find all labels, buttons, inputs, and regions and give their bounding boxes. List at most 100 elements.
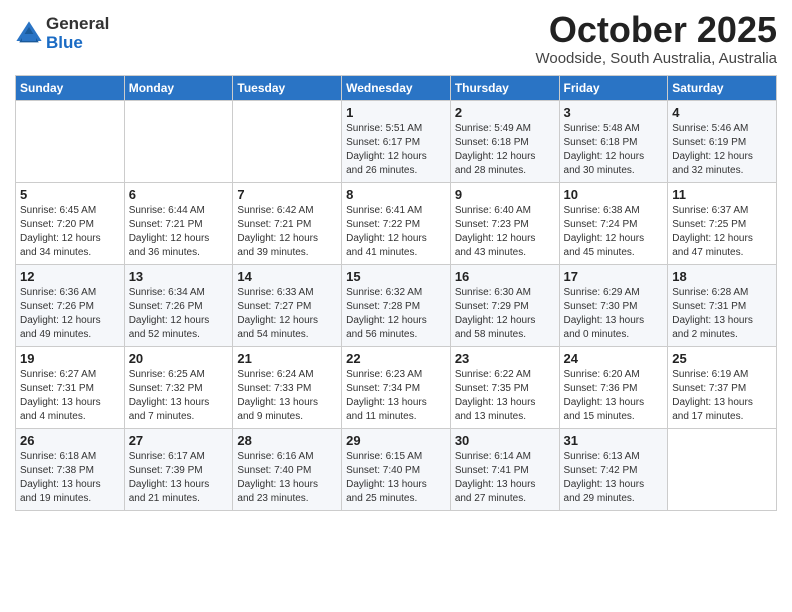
calendar-cell: 12 Sunrise: 6:36 AM Sunset: 7:26 PM Dayli… — [16, 264, 125, 346]
day-number: 14 — [237, 269, 337, 284]
calendar-cell — [668, 428, 777, 510]
calendar-cell: 4 Sunrise: 5:46 AM Sunset: 6:19 PM Daylig… — [668, 100, 777, 182]
day-number: 21 — [237, 351, 337, 366]
calendar-table: Sunday Monday Tuesday Wednesday Thursday… — [15, 75, 777, 511]
cell-content: Sunrise: 6:18 AM Sunset: 7:38 PM Dayligh… — [20, 450, 120, 506]
logo-blue-label: Blue — [46, 34, 109, 53]
calendar-cell: 11 Sunrise: 6:37 AM Sunset: 7:25 PM Dayli… — [668, 182, 777, 264]
day-number: 10 — [564, 187, 664, 202]
cell-content: Sunrise: 6:32 AM Sunset: 7:28 PM Dayligh… — [346, 286, 446, 342]
calendar-cell: 13Sunrise: 6:34 AM Sunset: 7:26 PM Dayli… — [124, 264, 233, 346]
cell-content: Sunrise: 6:19 AM Sunset: 7:37 PM Dayligh… — [672, 368, 772, 424]
page: General Blue October 2025 Woodside, Sout… — [0, 0, 792, 612]
day-number: 6 — [129, 187, 229, 202]
calendar-cell: 14 Sunrise: 6:33 AM Sunset: 7:27 PM Dayli… — [233, 264, 342, 346]
cell-content: Sunrise: 6:37 AM Sunset: 7:25 PM Dayligh… — [672, 204, 772, 260]
day-number: 9 — [455, 187, 555, 202]
day-number: 25 — [672, 351, 772, 366]
day-number: 18 — [672, 269, 772, 284]
cell-content: Sunrise: 6:28 AM Sunset: 7:31 PM Dayligh… — [672, 286, 772, 342]
day-number: 13 — [129, 269, 229, 284]
calendar-cell: 30Sunrise: 6:14 AM Sunset: 7:41 PM Dayli… — [450, 428, 559, 510]
calendar-cell: 27 Sunrise: 6:17 AM Sunset: 7:39 PM Dayli… — [124, 428, 233, 510]
cell-content: Sunrise: 6:20 AM Sunset: 7:36 PM Dayligh… — [564, 368, 664, 424]
logo-general-label: General — [46, 15, 109, 34]
calendar-cell: 3 Sunrise: 5:48 AM Sunset: 6:18 PM Daylig… — [559, 100, 668, 182]
calendar-week-5: 26 Sunrise: 6:18 AM Sunset: 7:38 PM Dayli… — [16, 428, 777, 510]
calendar-week-1: 1 Sunrise: 5:51 AM Sunset: 6:17 PM Daylig… — [16, 100, 777, 182]
day-number: 8 — [346, 187, 446, 202]
calendar-cell: 29Sunrise: 6:15 AM Sunset: 7:40 PM Dayli… — [342, 428, 451, 510]
day-number: 2 — [455, 105, 555, 120]
cell-content: Sunrise: 6:17 AM Sunset: 7:39 PM Dayligh… — [129, 450, 229, 506]
logo-text: General Blue — [46, 15, 109, 52]
col-tuesday: Tuesday — [233, 75, 342, 100]
calendar-cell: 5Sunrise: 6:45 AM Sunset: 7:20 PM Daylig… — [16, 182, 125, 264]
calendar-cell — [124, 100, 233, 182]
calendar-cell: 16Sunrise: 6:30 AM Sunset: 7:29 PM Dayli… — [450, 264, 559, 346]
day-number: 17 — [564, 269, 664, 284]
calendar-cell: 7Sunrise: 6:42 AM Sunset: 7:21 PM Daylig… — [233, 182, 342, 264]
cell-content: Sunrise: 6:14 AM Sunset: 7:41 PM Dayligh… — [455, 450, 555, 506]
col-wednesday: Wednesday — [342, 75, 451, 100]
calendar-cell: 24 Sunrise: 6:20 AM Sunset: 7:36 PM Dayli… — [559, 346, 668, 428]
calendar-cell: 15 Sunrise: 6:32 AM Sunset: 7:28 PM Dayli… — [342, 264, 451, 346]
cell-content: Sunrise: 6:42 AM Sunset: 7:21 PM Dayligh… — [237, 204, 337, 260]
col-sunday: Sunday — [16, 75, 125, 100]
cell-content: Sunrise: 6:27 AM Sunset: 7:31 PM Dayligh… — [20, 368, 120, 424]
day-number: 26 — [20, 433, 120, 448]
cell-content: Sunrise: 6:30 AM Sunset: 7:29 PM Dayligh… — [455, 286, 555, 342]
cell-content: Sunrise: 6:38 AM Sunset: 7:24 PM Dayligh… — [564, 204, 664, 260]
cell-content: Sunrise: 5:46 AM Sunset: 6:19 PM Dayligh… — [672, 122, 772, 178]
day-number: 11 — [672, 187, 772, 202]
month-title: October 2025 — [535, 10, 777, 50]
day-number: 12 — [20, 269, 120, 284]
col-thursday: Thursday — [450, 75, 559, 100]
day-number: 15 — [346, 269, 446, 284]
day-number: 4 — [672, 105, 772, 120]
cell-content: Sunrise: 6:24 AM Sunset: 7:33 PM Dayligh… — [237, 368, 337, 424]
calendar-week-2: 5Sunrise: 6:45 AM Sunset: 7:20 PM Daylig… — [16, 182, 777, 264]
day-number: 1 — [346, 105, 446, 120]
calendar-cell: 23Sunrise: 6:22 AM Sunset: 7:35 PM Dayli… — [450, 346, 559, 428]
calendar-cell: 28Sunrise: 6:16 AM Sunset: 7:40 PM Dayli… — [233, 428, 342, 510]
logo-icon — [15, 20, 43, 48]
col-friday: Friday — [559, 75, 668, 100]
col-monday: Monday — [124, 75, 233, 100]
cell-content: Sunrise: 6:36 AM Sunset: 7:26 PM Dayligh… — [20, 286, 120, 342]
cell-content: Sunrise: 5:49 AM Sunset: 6:18 PM Dayligh… — [455, 122, 555, 178]
calendar-cell — [16, 100, 125, 182]
day-number: 27 — [129, 433, 229, 448]
calendar-cell: 6Sunrise: 6:44 AM Sunset: 7:21 PM Daylig… — [124, 182, 233, 264]
logo: General Blue — [15, 15, 109, 52]
day-number: 22 — [346, 351, 446, 366]
calendar-cell: 21 Sunrise: 6:24 AM Sunset: 7:33 PM Dayli… — [233, 346, 342, 428]
cell-content: Sunrise: 6:25 AM Sunset: 7:32 PM Dayligh… — [129, 368, 229, 424]
calendar-week-3: 12 Sunrise: 6:36 AM Sunset: 7:26 PM Dayli… — [16, 264, 777, 346]
cell-content: Sunrise: 5:48 AM Sunset: 6:18 PM Dayligh… — [564, 122, 664, 178]
calendar-cell — [233, 100, 342, 182]
day-number: 31 — [564, 433, 664, 448]
day-number: 24 — [564, 351, 664, 366]
day-number: 29 — [346, 433, 446, 448]
day-number: 3 — [564, 105, 664, 120]
cell-content: Sunrise: 6:22 AM Sunset: 7:35 PM Dayligh… — [455, 368, 555, 424]
header-row: Sunday Monday Tuesday Wednesday Thursday… — [16, 75, 777, 100]
cell-content: Sunrise: 6:40 AM Sunset: 7:23 PM Dayligh… — [455, 204, 555, 260]
cell-content: Sunrise: 6:33 AM Sunset: 7:27 PM Dayligh… — [237, 286, 337, 342]
calendar-cell: 8 Sunrise: 6:41 AM Sunset: 7:22 PM Daylig… — [342, 182, 451, 264]
cell-content: Sunrise: 6:13 AM Sunset: 7:42 PM Dayligh… — [564, 450, 664, 506]
cell-content: Sunrise: 6:41 AM Sunset: 7:22 PM Dayligh… — [346, 204, 446, 260]
calendar-cell: 2 Sunrise: 5:49 AM Sunset: 6:18 PM Daylig… — [450, 100, 559, 182]
calendar-cell: 17 Sunrise: 6:29 AM Sunset: 7:30 PM Dayli… — [559, 264, 668, 346]
cell-content: Sunrise: 6:29 AM Sunset: 7:30 PM Dayligh… — [564, 286, 664, 342]
title-block: October 2025 Woodside, South Australia, … — [535, 10, 777, 67]
cell-content: Sunrise: 5:51 AM Sunset: 6:17 PM Dayligh… — [346, 122, 446, 178]
calendar-cell: 18 Sunrise: 6:28 AM Sunset: 7:31 PM Dayli… — [668, 264, 777, 346]
calendar-cell: 25 Sunrise: 6:19 AM Sunset: 7:37 PM Dayli… — [668, 346, 777, 428]
calendar-cell: 1 Sunrise: 5:51 AM Sunset: 6:17 PM Daylig… — [342, 100, 451, 182]
cell-content: Sunrise: 6:23 AM Sunset: 7:34 PM Dayligh… — [346, 368, 446, 424]
calendar-cell: 22 Sunrise: 6:23 AM Sunset: 7:34 PM Dayli… — [342, 346, 451, 428]
calendar-cell: 31 Sunrise: 6:13 AM Sunset: 7:42 PM Dayli… — [559, 428, 668, 510]
cell-content: Sunrise: 6:45 AM Sunset: 7:20 PM Dayligh… — [20, 204, 120, 260]
